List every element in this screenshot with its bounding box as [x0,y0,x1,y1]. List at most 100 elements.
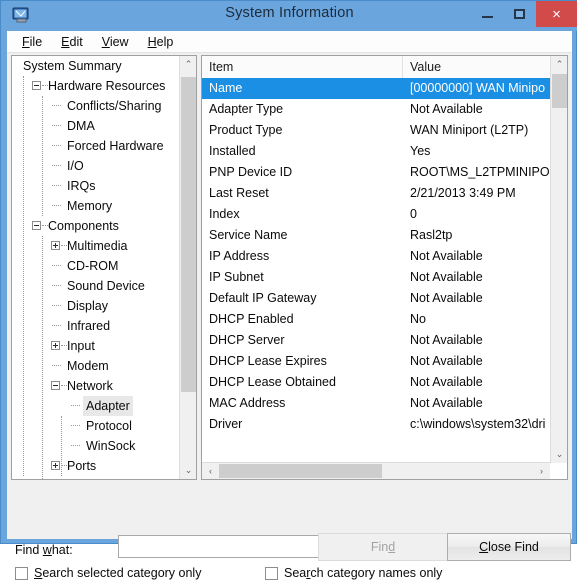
search-selected-category-checkbox[interactable]: Search selected category only [15,566,201,580]
checkbox-icon[interactable] [15,566,28,580]
tree-item-adapter[interactable]: Adapter [12,396,181,416]
find-input[interactable] [118,535,338,558]
tree-item-conflicts-sharing[interactable]: Conflicts/Sharing [12,96,181,116]
tree-item-label: Components [48,219,119,233]
tree-item-dma[interactable]: DMA [12,116,181,136]
menu-item-help-post: elp [156,34,174,49]
table-row[interactable]: IP Address Not Available [202,246,550,267]
search-selected-category-accel: S [34,566,43,580]
table-row[interactable]: Service Name Rasl2tp [202,225,550,246]
menu-item-help[interactable]: Help [139,33,184,51]
search-category-names-checkbox[interactable]: Sea r ch category names only [265,566,442,580]
table-row[interactable]: DHCP Server Not Available [202,330,550,351]
table-row[interactable]: Installed Yes [202,141,550,162]
expand-icon[interactable] [51,341,60,350]
tree-connector [42,85,48,86]
cell-value: c:\windows\system32\dri [410,417,546,431]
tree-guide-line [42,236,43,479]
tree-item-i-o[interactable]: I/O [12,156,181,176]
tree-item-modem[interactable]: Modem [12,356,181,376]
tree-item-label: Display [67,299,108,313]
table-row[interactable]: Adapter Type Not Available [202,99,550,120]
tree-connector [61,345,67,346]
menu-item-file[interactable]: File [13,33,52,51]
find-bar [7,485,572,539]
table-row[interactable]: Product Type WAN Miniport (L2TP) [202,120,550,141]
list-scroll-up-icon[interactable]: ⌃ [551,56,567,73]
tree-item-irqs[interactable]: IRQs [12,176,181,196]
table-row[interactable]: Name [00000000] WAN Minipo [202,78,550,99]
list-scroll-thumb[interactable] [552,74,567,108]
table-row[interactable]: Index 0 [202,204,550,225]
tree-scroll-up-icon[interactable]: ⌃ [180,56,196,73]
tree-item-winsock[interactable]: WinSock [12,436,181,456]
list-scroll-left-icon[interactable]: ‹ [202,463,219,479]
table-row[interactable]: Driver c:\windows\system32\dri [202,414,550,435]
menu-item-help-accel: H [147,34,157,49]
tree-item-cd-rom[interactable]: CD-ROM [12,256,181,276]
close-button[interactable]: × [536,1,577,27]
list-vertical-scrollbar[interactable]: ⌃ ⌄ [550,56,567,463]
title-bar[interactable]: System Information × [1,1,577,31]
tree-item-ports[interactable]: Ports [12,456,181,476]
tree-item-components[interactable]: Components [12,216,181,236]
table-row[interactable]: MAC Address Not Available [202,393,550,414]
tree-connector [71,445,80,446]
tree-item-label: Network [67,379,113,393]
menu-item-edit[interactable]: Edit [52,33,93,51]
column-header-value[interactable]: Value [403,56,567,78]
list-horizontal-scrollbar[interactable]: ‹ › [202,462,550,479]
find-button[interactable]: Fin d [318,533,448,561]
collapse-icon[interactable] [32,81,41,90]
tree-item-input[interactable]: Input [12,336,181,356]
tree-item-label: IRQs [67,179,96,193]
minimize-button[interactable] [472,1,502,26]
menu-item-edit-accel: E [61,34,70,49]
tree-scroll-down-icon[interactable]: ⌄ [180,462,196,479]
table-row[interactable]: IP Subnet Not Available [202,267,550,288]
list-hscroll-thumb[interactable] [219,464,382,478]
category-tree[interactable]: System Summary Hardware Resources Conflict… [12,56,181,479]
tree-item-label: WinSock [86,439,136,453]
table-row[interactable]: Default IP Gateway Not Available [202,288,550,309]
tree-item-protocol[interactable]: Protocol [12,416,181,436]
details-list[interactable]: Name [00000000] WAN Minipo Adapter Type Not… [202,78,550,463]
table-row[interactable]: DHCP Lease Obtained Not Available [202,372,550,393]
tree-vertical-scrollbar[interactable]: ⌃ ⌄ [179,56,196,479]
tree-scroll-thumb[interactable] [181,77,196,392]
tree-item-label: System Summary [23,59,122,73]
maximize-button[interactable] [504,1,534,26]
tree-item-forced-hardware[interactable]: Forced Hardware [12,136,181,156]
expand-icon[interactable] [51,461,60,470]
tree-item-hardware-resources[interactable]: Hardware Resources [12,76,181,96]
table-row[interactable]: PNP Device ID ROOT\MS_L2TPMINIPOR [202,162,550,183]
details-list-panel[interactable]: Item Value Name [00000000] WAN Minipo Adap… [201,55,568,480]
collapse-icon[interactable] [32,221,41,230]
menu-item-view[interactable]: View [93,33,139,51]
tree-connector [61,245,67,246]
tree-item-multimedia[interactable]: Multimedia [12,236,181,256]
menu-item-view-accel: V [101,34,110,49]
tree-item-memory[interactable]: Memory [12,196,181,216]
close-icon: × [552,5,561,23]
column-header-item[interactable]: Item [202,56,403,78]
table-row[interactable]: DHCP Lease Expires Not Available [202,351,550,372]
cell-value: Not Available [410,375,483,389]
tree-item-sound-device[interactable]: Sound Device [12,276,181,296]
collapse-icon[interactable] [51,381,60,390]
find-what-label-post: hat: [51,543,73,557]
tree-item-display[interactable]: Display [12,296,181,316]
expand-icon[interactable] [51,241,60,250]
checkbox-icon[interactable] [265,566,278,580]
close-find-button[interactable]: Close Find [447,533,571,561]
tree-item-network[interactable]: Network [12,376,181,396]
table-row[interactable]: DHCP Enabled No [202,309,550,330]
table-row[interactable]: Last Reset 2/21/2013 3:49 PM [202,183,550,204]
cell-value: [00000000] WAN Minipo [410,81,546,95]
category-tree-panel[interactable]: System Summary Hardware Resources Conflict… [11,55,197,480]
tree-item-system-summary[interactable]: System Summary [12,56,181,76]
list-scroll-down-icon[interactable]: ⌄ [551,446,567,463]
list-scroll-right-icon[interactable]: › [533,463,550,479]
tree-item-infrared[interactable]: Infrared [12,316,181,336]
menu-item-file-post: ile [29,34,43,49]
